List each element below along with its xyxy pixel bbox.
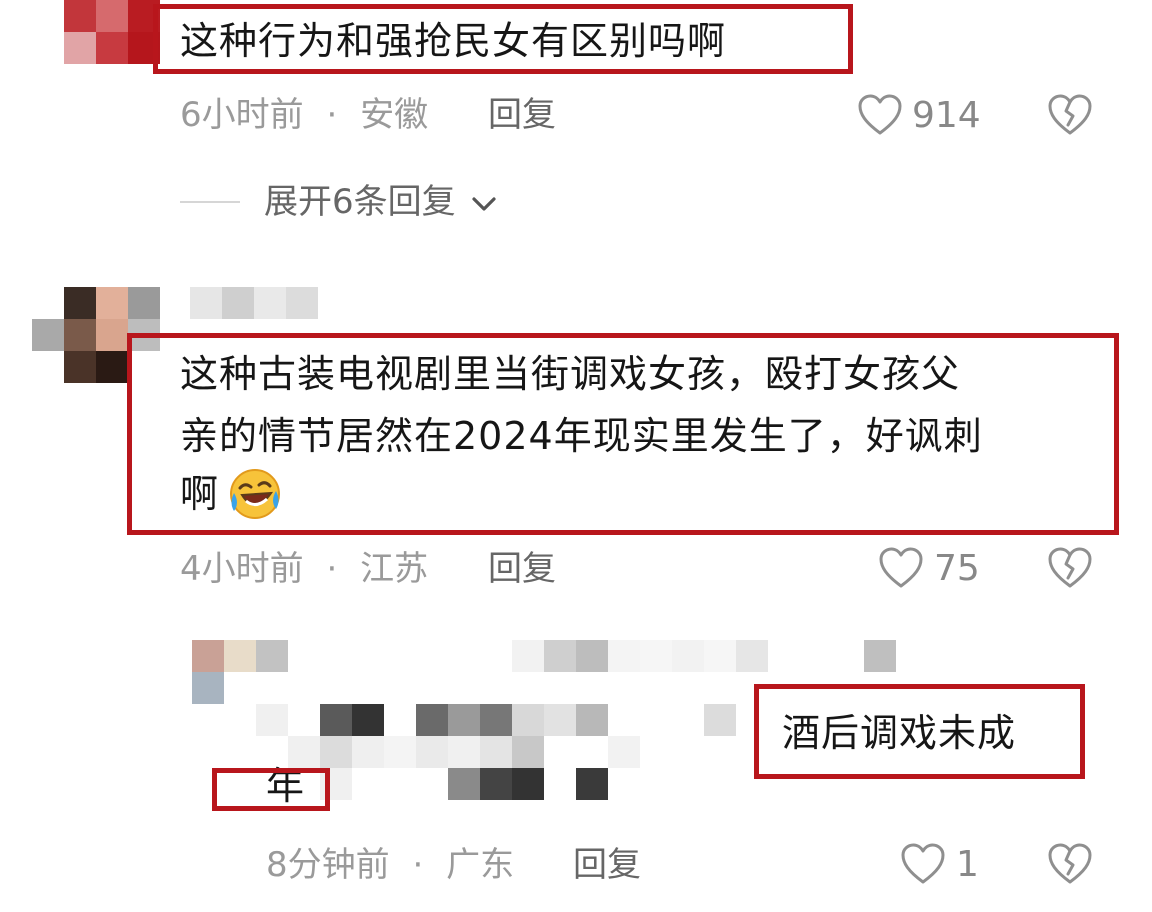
comment-location: 广东 [446,845,515,885]
avatar[interactable] [64,0,160,64]
username[interactable] [190,287,318,319]
comment-time: 4小时前 [180,549,304,589]
heart-outline-icon[interactable] [878,546,924,590]
comment-meta: 6小时前 · 安徽 [180,95,428,135]
highlight-box [212,768,330,811]
reply-button[interactable]: 回复 [573,845,641,885]
heart-outline-icon[interactable] [857,93,903,137]
reply-button[interactable]: 回复 [488,95,556,135]
username[interactable] [512,640,896,672]
comment-location: 江苏 [360,549,429,589]
comment-time: 6小时前 [180,95,304,135]
broken-heart-icon[interactable] [1047,842,1093,886]
reply-button[interactable]: 回复 [488,549,556,589]
heart-outline-icon[interactable] [900,842,946,886]
like-count: 75 [934,548,980,589]
comment-text-line: 这种古装电视剧里当街调戏女孩，殴打女孩父 [180,352,961,396]
chevron-down-icon [472,196,497,211]
broken-heart-icon[interactable] [1047,546,1093,590]
expand-replies-button[interactable]: 展开6条回复 [264,182,498,222]
meta-separator: · [326,549,338,589]
comment-meta: 4小时前 · 江苏 [180,549,428,589]
like-count: 914 [912,95,981,136]
comment-text-line: 亲的情节居然在2024年现实里发生了，好讽刺 [180,414,983,458]
highlight-box [153,4,853,74]
comment-time: 8分钟前 [266,845,390,885]
broken-heart-icon[interactable] [1047,93,1093,137]
comment-section: 这种行为和强抢民女有区别吗啊 6小时前 · 安徽 回复 914 展开6条回复 这… [0,0,1152,912]
laughing-crying-emoji [230,469,280,519]
meta-separator: · [412,845,424,885]
divider-line [180,201,240,203]
like-count: 1 [956,844,979,885]
comment-text-line: 啊 [180,472,220,516]
meta-separator: · [326,95,338,135]
highlight-box [754,684,1085,779]
comment-location: 安徽 [360,95,429,135]
expand-replies-label: 展开6条回复 [264,182,456,222]
comment-meta: 8分钟前 · 广东 [266,845,514,885]
avatar[interactable] [192,640,288,704]
